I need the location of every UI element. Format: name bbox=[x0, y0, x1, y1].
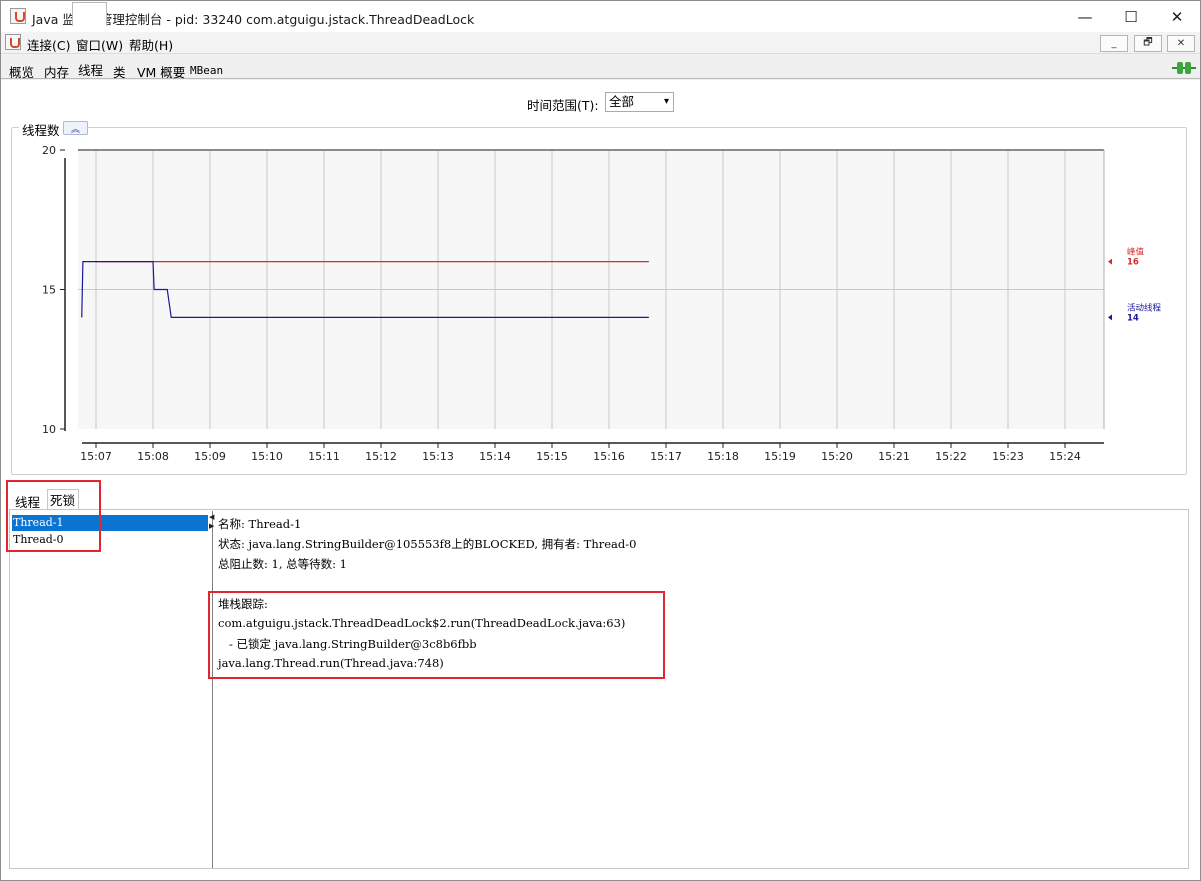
collapse-chart-button[interactable]: ︽ bbox=[63, 121, 88, 135]
x-tick-label: 15:08 bbox=[137, 450, 169, 463]
x-tick-label: 15:17 bbox=[650, 450, 682, 463]
double-chevron-up-icon: ︽ bbox=[70, 124, 80, 135]
java-app-icon bbox=[10, 8, 26, 24]
thread-count-panel: 20 15 10 15:07 15:08 15:09 15:10 15:11 15:12 15:1… bbox=[11, 127, 1187, 475]
thread-name-line: 名称: Thread-1 bbox=[218, 517, 302, 531]
tab-overview[interactable]: 概览 bbox=[9, 62, 34, 81]
tab-threads[interactable]: 线程 bbox=[78, 60, 103, 79]
menu-connection[interactable]: 连接(C) bbox=[27, 35, 70, 54]
tab-selected-background bbox=[72, 2, 107, 26]
x-tick-label: 15:16 bbox=[593, 450, 625, 463]
tab-memory[interactable]: 内存 bbox=[44, 62, 69, 81]
y-tick-label: 20 bbox=[42, 144, 56, 157]
tab-classes[interactable]: 类 bbox=[113, 62, 126, 81]
x-tick-label: 15:14 bbox=[479, 450, 511, 463]
legend-series-value: 16 bbox=[1127, 258, 1139, 268]
highlight-box-tabs-and-threads bbox=[6, 480, 101, 552]
legend-series-name: 峰值 bbox=[1127, 247, 1145, 258]
thread-list[interactable] bbox=[10, 510, 213, 868]
title-bar: Java 监视和管理控制台 - pid: 33240 com.atguigu.j… bbox=[1, 1, 1200, 32]
connection-status-icon bbox=[1172, 62, 1196, 74]
tab-vm-summary[interactable]: VM 概要 bbox=[137, 62, 185, 81]
mdi-restore-button[interactable]: 🗗 bbox=[1134, 35, 1162, 52]
y-tick-label: 15 bbox=[42, 284, 56, 297]
highlight-box-stack-trace bbox=[208, 591, 665, 679]
tab-mbean[interactable]: MBean bbox=[190, 64, 223, 77]
x-tick-label: 15:12 bbox=[365, 450, 397, 463]
thread-count-chart: 20 15 10 15:07 15:08 15:09 15:10 15:11 15:12 15:1… bbox=[42, 144, 1162, 463]
java-menu-icon[interactable] bbox=[5, 34, 21, 50]
menu-bar: 连接(C) 窗口(W) 帮助(H) _ 🗗 ✕ bbox=[1, 32, 1200, 54]
split-pane-divider[interactable] bbox=[212, 511, 215, 868]
split-right-arrow-icon[interactable]: ▶ bbox=[209, 522, 214, 530]
x-tick-label: 15:07 bbox=[80, 450, 112, 463]
x-tick-label: 15:23 bbox=[992, 450, 1024, 463]
x-tick-label: 15:10 bbox=[251, 450, 283, 463]
legend-series-value: 14 bbox=[1127, 313, 1139, 323]
x-tick-label: 15:11 bbox=[308, 450, 340, 463]
menu-window[interactable]: 窗口(W) bbox=[76, 35, 123, 54]
legend-series-name: 活动线程 bbox=[1127, 302, 1162, 313]
thread-state-line: 状态: java.lang.StringBuilder@105553f8上的BL… bbox=[218, 537, 637, 551]
mdi-close-button[interactable]: ✕ bbox=[1167, 35, 1195, 52]
maximize-button[interactable]: ☐ bbox=[1108, 1, 1154, 32]
x-tick-label: 15:20 bbox=[821, 450, 853, 463]
close-button[interactable]: ✕ bbox=[1154, 1, 1200, 32]
x-tick-label: 15:15 bbox=[536, 450, 568, 463]
chart-panel-title: 线程数 bbox=[19, 120, 63, 139]
x-tick-label: 15:09 bbox=[194, 450, 226, 463]
y-tick-label: 10 bbox=[42, 423, 56, 436]
time-range-select[interactable]: 全部 ▾ bbox=[605, 92, 674, 112]
chevron-down-icon: ▾ bbox=[663, 96, 669, 107]
split-left-arrow-icon[interactable]: ◀ bbox=[209, 513, 214, 521]
minimize-button[interactable]: — bbox=[1062, 1, 1108, 32]
mdi-minimize-button[interactable]: _ bbox=[1100, 35, 1128, 52]
time-range-value: 全部 bbox=[609, 94, 635, 109]
series-end-marker bbox=[1108, 258, 1112, 265]
x-tick-label: 15:24 bbox=[1049, 450, 1081, 463]
series-end-marker bbox=[1108, 314, 1112, 321]
thread-counts-line: 总阻止数: 1, 总等待数: 1 bbox=[218, 557, 348, 571]
menu-help[interactable]: 帮助(H) bbox=[129, 35, 173, 54]
x-tick-label: 15:22 bbox=[935, 450, 967, 463]
app-window: Java 监视和管理控制台 - pid: 33240 com.atguigu.j… bbox=[0, 0, 1201, 881]
thread-detail-pane bbox=[216, 510, 1188, 868]
time-range-label: 时间范围(T): bbox=[527, 98, 599, 113]
x-tick-label: 15:21 bbox=[878, 450, 910, 463]
x-tick-label: 15:18 bbox=[707, 450, 739, 463]
x-tick-label: 15:19 bbox=[764, 450, 796, 463]
x-tick-label: 15:13 bbox=[422, 450, 454, 463]
